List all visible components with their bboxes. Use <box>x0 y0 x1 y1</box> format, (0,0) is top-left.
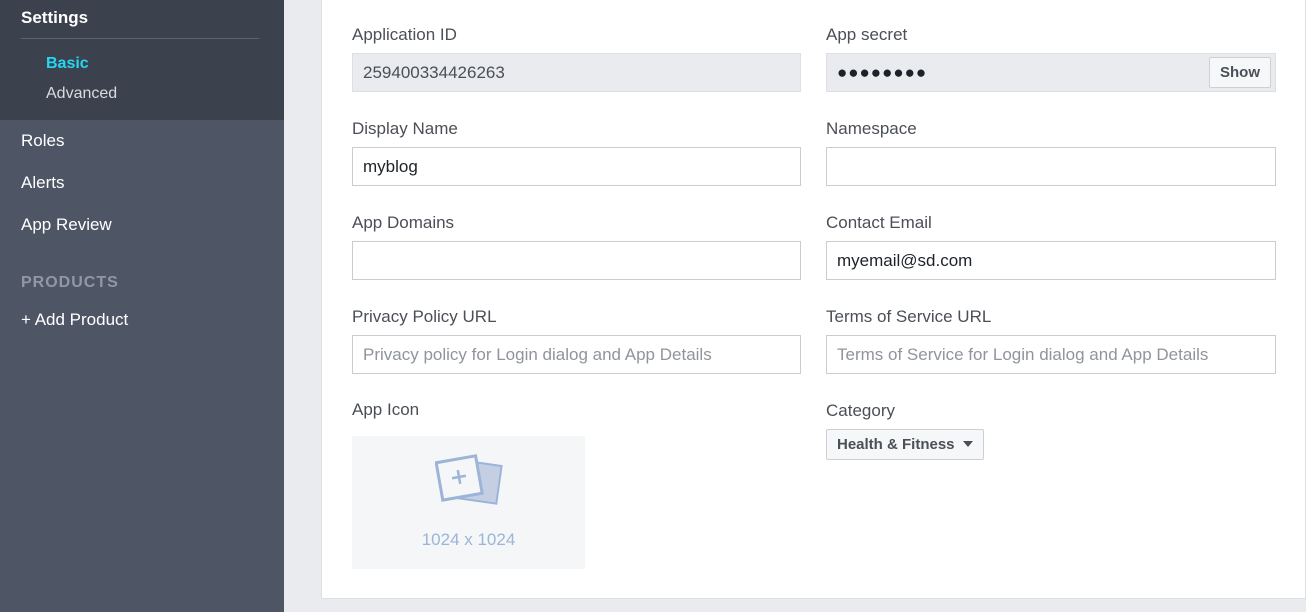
contact-email-label: Contact Email <box>826 213 932 232</box>
privacy-policy-url-label: Privacy Policy URL <box>352 307 497 326</box>
namespace-label: Namespace <box>826 119 917 138</box>
app-secret-value: ●●●●●●●● <box>837 63 928 82</box>
sidebar-subitem-basic[interactable]: Basic <box>21 49 259 79</box>
application-id-label: Application ID <box>352 25 457 44</box>
category-label: Category <box>826 401 895 420</box>
app-secret-field: ●●●●●●●● Show <box>826 53 1276 92</box>
sidebar: Settings Basic Advanced Roles Alerts App… <box>0 0 284 612</box>
display-name-label: Display Name <box>352 119 458 138</box>
privacy-policy-url-input[interactable] <box>352 335 801 374</box>
show-secret-button[interactable]: Show <box>1209 57 1271 88</box>
sidebar-item-roles[interactable]: Roles <box>0 120 284 162</box>
app-icon-size-text: 1024 x 1024 <box>421 530 516 549</box>
terms-of-service-url-label: Terms of Service URL <box>826 307 992 326</box>
basic-settings-panel: Application ID 259400334426263 App secre… <box>321 0 1306 599</box>
sidebar-item-alerts[interactable]: Alerts <box>0 162 284 204</box>
app-icon-upload[interactable]: 1024 x 1024 <box>352 436 585 569</box>
contact-email-input[interactable] <box>826 241 1276 280</box>
app-domains-input[interactable] <box>352 241 801 280</box>
namespace-input[interactable] <box>826 147 1276 186</box>
category-dropdown[interactable]: Health & Fitness <box>826 429 984 460</box>
products-heading: PRODUCTS <box>21 274 119 291</box>
terms-of-service-url-input[interactable] <box>826 335 1276 374</box>
settings-section: Settings Basic Advanced <box>0 0 284 120</box>
add-product-link[interactable]: + Add Product <box>0 310 284 330</box>
category-value: Health & Fitness <box>837 436 955 453</box>
sidebar-item-app-review[interactable]: App Review <box>0 204 284 246</box>
app-domains-label: App Domains <box>352 213 455 232</box>
app-secret-label: App secret <box>826 25 908 44</box>
display-name-input[interactable] <box>352 147 801 186</box>
application-id-field: 259400334426263 <box>352 53 801 92</box>
sidebar-subitem-advanced[interactable]: Advanced <box>21 79 259 109</box>
caret-down-icon <box>962 441 973 448</box>
app-icon-label: App Icon <box>352 400 420 419</box>
add-image-icon <box>435 454 503 505</box>
sidebar-item-settings[interactable]: Settings <box>21 8 259 39</box>
